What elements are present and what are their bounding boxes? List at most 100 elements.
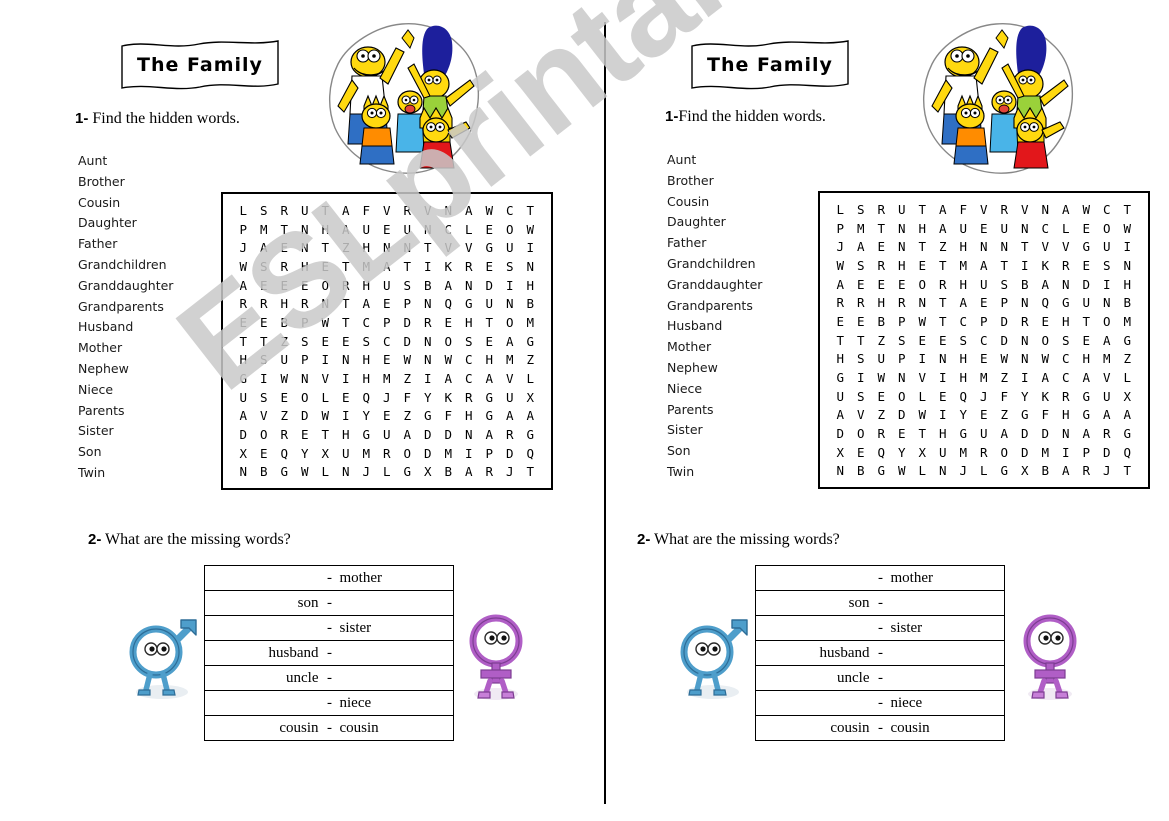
- grid-letter[interactable]: W: [479, 203, 500, 218]
- grid-letter[interactable]: B: [254, 464, 275, 479]
- grid-letter[interactable]: C: [459, 371, 480, 386]
- grid-letter[interactable]: P: [397, 296, 418, 311]
- grid-letter[interactable]: S: [254, 352, 275, 367]
- grid-letter[interactable]: H: [459, 408, 480, 423]
- grid-letter[interactable]: R: [479, 464, 500, 479]
- grid-letter[interactable]: U: [274, 352, 295, 367]
- grid-letter[interactable]: U: [974, 426, 995, 441]
- grid-letter[interactable]: I: [933, 407, 954, 422]
- grid-letter[interactable]: I: [1015, 370, 1036, 385]
- grid-letter[interactable]: P: [479, 446, 500, 461]
- grid-letter[interactable]: A: [830, 407, 851, 422]
- grid-letter[interactable]: E: [479, 222, 500, 237]
- grid-letter[interactable]: P: [892, 351, 913, 366]
- grid-letter[interactable]: D: [994, 333, 1015, 348]
- grid-letter[interactable]: G: [274, 464, 295, 479]
- grid-letter[interactable]: T: [520, 203, 541, 218]
- grid-letter[interactable]: Z: [274, 334, 295, 349]
- grid-letter[interactable]: Q: [1035, 295, 1056, 310]
- grid-letter[interactable]: W: [233, 259, 254, 274]
- grid-letter[interactable]: W: [1117, 221, 1138, 236]
- grid-letter[interactable]: H: [520, 278, 541, 293]
- grid-letter[interactable]: R: [1076, 463, 1097, 478]
- grid-letter[interactable]: L: [233, 203, 254, 218]
- grid-letter[interactable]: A: [1097, 333, 1118, 348]
- grid-letter[interactable]: Z: [397, 408, 418, 423]
- table-row[interactable]: husband -: [205, 641, 453, 666]
- grid-letter[interactable]: C: [1056, 351, 1077, 366]
- grid-letter[interactable]: R: [336, 278, 357, 293]
- grid-letter[interactable]: G: [1015, 407, 1036, 422]
- table-row[interactable]: cousin - cousin: [756, 716, 1004, 740]
- grid-letter[interactable]: W: [912, 314, 933, 329]
- grid-letter[interactable]: R: [871, 426, 892, 441]
- grid-letter[interactable]: T: [994, 258, 1015, 273]
- grid-letter[interactable]: T: [315, 203, 336, 218]
- grid-letter[interactable]: A: [336, 203, 357, 218]
- grid-letter[interactable]: R: [1056, 258, 1077, 273]
- grid-letter[interactable]: H: [356, 278, 377, 293]
- grid-letter[interactable]: R: [274, 203, 295, 218]
- grid-letter[interactable]: T: [912, 239, 933, 254]
- grid-letter[interactable]: S: [459, 334, 480, 349]
- grid-letter[interactable]: A: [1097, 407, 1118, 422]
- grid-letter[interactable]: L: [912, 463, 933, 478]
- grid-letter[interactable]: E: [377, 408, 398, 423]
- grid-letter[interactable]: O: [438, 334, 459, 349]
- grid-letter[interactable]: V: [377, 203, 398, 218]
- grid-letter[interactable]: N: [295, 240, 316, 255]
- grid-letter[interactable]: A: [336, 222, 357, 237]
- grid-letter[interactable]: K: [438, 259, 459, 274]
- table-row[interactable]: husband -: [756, 641, 1004, 666]
- word-search-grid[interactable]: LSRUTAFVRVNAWCTPMTNHAUEUNCLEOWJAENTZHNNT…: [221, 192, 553, 491]
- grid-letter[interactable]: U: [377, 278, 398, 293]
- grid-letter[interactable]: S: [851, 258, 872, 273]
- grid-letter[interactable]: D: [500, 446, 521, 461]
- grid-letter[interactable]: H: [1117, 277, 1138, 292]
- grid-letter[interactable]: R: [418, 315, 439, 330]
- grid-letter[interactable]: A: [994, 426, 1015, 441]
- grid-letter[interactable]: E: [892, 277, 913, 292]
- grid-letter[interactable]: A: [233, 408, 254, 423]
- grid-letter[interactable]: Y: [295, 446, 316, 461]
- table-row[interactable]: - sister: [205, 616, 453, 641]
- grid-letter[interactable]: E: [830, 314, 851, 329]
- grid-letter[interactable]: D: [1015, 426, 1036, 441]
- grid-letter[interactable]: Z: [871, 333, 892, 348]
- grid-letter[interactable]: H: [1056, 314, 1077, 329]
- grid-letter[interactable]: A: [479, 371, 500, 386]
- grid-letter[interactable]: V: [500, 371, 521, 386]
- grid-letter[interactable]: G: [830, 370, 851, 385]
- grid-letter[interactable]: E: [295, 278, 316, 293]
- grid-letter[interactable]: G: [871, 463, 892, 478]
- grid-letter[interactable]: A: [254, 240, 275, 255]
- grid-letter[interactable]: S: [254, 390, 275, 405]
- grid-letter[interactable]: A: [1076, 370, 1097, 385]
- grid-letter[interactable]: G: [1076, 389, 1097, 404]
- grid-letter[interactable]: N: [1097, 295, 1118, 310]
- grid-letter[interactable]: H: [892, 258, 913, 273]
- grid-letter[interactable]: G: [520, 334, 541, 349]
- grid-letter[interactable]: I: [336, 371, 357, 386]
- grid-letter[interactable]: E: [295, 427, 316, 442]
- grid-letter[interactable]: L: [315, 464, 336, 479]
- grid-letter[interactable]: Y: [1015, 389, 1036, 404]
- grid-letter[interactable]: D: [418, 446, 439, 461]
- grid-letter[interactable]: R: [871, 258, 892, 273]
- grid-letter[interactable]: H: [274, 296, 295, 311]
- grid-letter[interactable]: O: [892, 389, 913, 404]
- grid-letter[interactable]: R: [295, 296, 316, 311]
- grid-letter[interactable]: T: [1076, 314, 1097, 329]
- grid-letter[interactable]: J: [974, 389, 995, 404]
- grid-letter[interactable]: V: [254, 408, 275, 423]
- grid-letter[interactable]: P: [295, 352, 316, 367]
- grid-letter[interactable]: L: [912, 389, 933, 404]
- grid-letter[interactable]: J: [356, 464, 377, 479]
- grid-letter[interactable]: D: [1015, 445, 1036, 460]
- grid-letter[interactable]: S: [892, 333, 913, 348]
- grid-letter[interactable]: I: [418, 259, 439, 274]
- grid-letter[interactable]: N: [520, 259, 541, 274]
- grid-letter[interactable]: W: [994, 351, 1015, 366]
- grid-letter[interactable]: I: [1015, 258, 1036, 273]
- grid-letter[interactable]: J: [830, 239, 851, 254]
